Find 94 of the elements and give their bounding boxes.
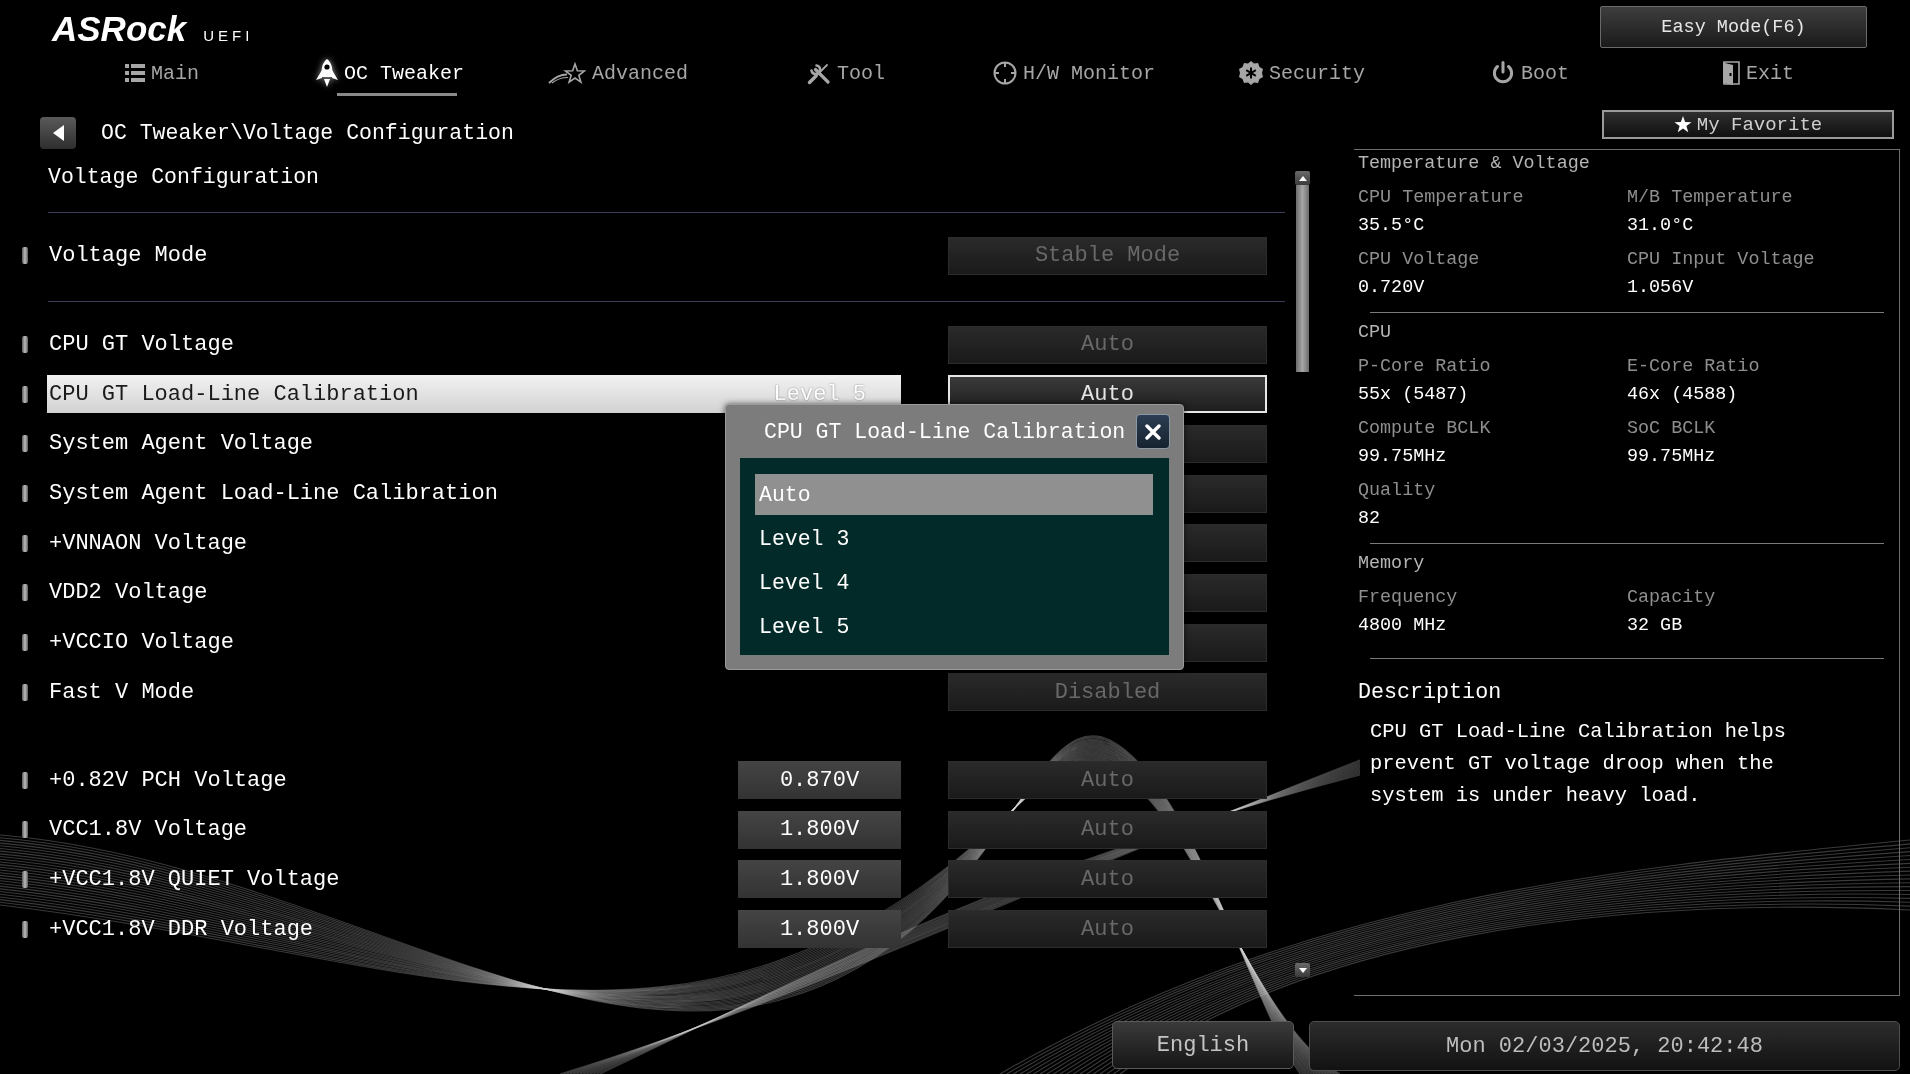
description-text: CPU GT Load-Line Calibration helps prevent GT voltage droop when the system is under heavy load. [1369,719,1788,809]
power-icon [1491,61,1515,85]
setting-label[interactable]: Fast V Mode [49,679,195,705]
voltage-reading: 1.800V [738,910,901,949]
monitor-label: E-Core Ratio [1627,355,1761,379]
row-bullet-icon [22,584,28,602]
setting-label[interactable]: +VCC1.8V QUIET Voltage [49,866,340,892]
setting-label[interactable]: CPU GT Voltage [49,332,234,358]
nav-tab[interactable]: Security [1239,54,1369,96]
monitor-label: Quality [1358,479,1437,503]
row-bullet-icon [22,534,28,552]
monitor-value: 46x (4588) [1627,383,1739,407]
monitor-label: CPU Voltage [1358,248,1481,272]
caret-up-icon [1298,175,1307,181]
badge-icon [1239,61,1263,85]
breadcrumb-path: OC Tweaker\Voltage Configuration [101,121,514,145]
row-bullet-icon [22,920,28,938]
row-bullet-icon [22,385,28,403]
monitor-value: 99.75MHz [1627,445,1717,469]
scroll-up-button[interactable] [1295,171,1310,185]
logo-suffix: UEFI [203,28,254,43]
brand-logo: ASRock [52,11,187,46]
language-button[interactable]: English [1112,1021,1294,1069]
setting-label[interactable]: Voltage Mode [49,243,208,269]
voltage-reading: 1.800V [738,810,901,849]
easy-mode-button[interactable]: Easy Mode(F6) [1600,6,1867,48]
voltage-reading: 0.870V [738,761,901,800]
close-button[interactable] [1136,414,1170,449]
option-item[interactable]: Level 4 [755,562,1153,603]
monitor-label: P-Core Ratio [1358,355,1492,379]
monitor-label: Frequency [1358,586,1459,610]
left-triangle-icon [52,125,64,141]
row-bullet-icon [22,247,28,265]
monitor-label: Capacity [1627,586,1717,610]
monitor-value: 1.056V [1627,276,1695,300]
monitor-value: 55x (5487) [1358,383,1470,407]
scrollbar-thumb[interactable] [1296,185,1309,372]
row-bullet-icon [22,771,28,789]
datetime-display: Mon 02/03/2025, 20:42:48 [1309,1021,1900,1071]
row-bullet-icon [22,435,28,453]
setting-label[interactable]: VDD2 Voltage [49,580,208,606]
setting-label[interactable]: System Agent Load-Line Calibration [49,481,498,507]
monitor-label: CPU Input Voltage [1627,248,1816,272]
crosshair-icon [993,61,1017,85]
setting-label[interactable]: +VCC1.8V DDR Voltage [49,916,314,942]
row-bullet-icon [22,634,28,652]
setting-label[interactable]: System Agent Voltage [49,431,314,457]
monitor-value: 4800 MHz [1358,614,1448,638]
option-item[interactable]: Level 5 [755,606,1153,647]
monitor-section-title: Temperature & Voltage [1358,152,1591,176]
setting-label[interactable]: +VNNAON Voltage [49,530,248,556]
popup-title: CPU GT Load-Line Calibration [764,419,1126,444]
monitor-section-title: CPU [1358,321,1393,345]
nav-tab[interactable]: H/W Monitor [993,54,1159,96]
monitor-value: 31.0°C [1627,214,1695,238]
star-swoosh-icon [548,62,586,84]
monitor-label: SoC BCLK [1627,417,1717,441]
monitor-label: M/B Temperature [1627,186,1794,210]
star-icon [1673,116,1692,133]
monitor-value: 82 [1358,507,1382,531]
row-bullet-icon [22,485,28,503]
nav-tab[interactable]: Exit [1722,54,1798,96]
description-title: Description [1358,679,1503,707]
setting-label[interactable]: +0.82V PCH Voltage [49,767,287,793]
rocket-icon [316,59,338,87]
list-icon [125,64,145,82]
row-bullet-icon [22,336,28,354]
row-bullet-icon [22,683,28,701]
setting-label[interactable]: +VCCIO Voltage [49,630,234,656]
monitor-value: 99.75MHz [1358,445,1448,469]
scroll-down-button[interactable] [1295,963,1310,977]
favorite-button[interactable]: My Favorite [1602,110,1894,139]
door-icon [1722,61,1740,85]
caret-down-icon [1298,967,1307,973]
setting-label[interactable]: VCC1.8V Voltage [49,817,248,843]
nav-tab[interactable]: Tool [807,54,889,96]
monitor-value: 35.5°C [1358,214,1426,238]
voltage-reading: 1.800V [738,860,901,899]
nav-tab[interactable]: Advanced [548,54,692,96]
setting-label: CPU GT Load-Line Calibration [49,381,419,407]
monitor-section-title: Memory [1358,552,1426,576]
option-item[interactable]: Level 3 [755,518,1153,559]
nav-tab[interactable]: Main [125,54,203,96]
row-bullet-icon [22,870,28,888]
wrench-screwdriver-icon [807,61,831,85]
nav-tab[interactable]: Boot [1491,54,1573,96]
back-button[interactable] [40,117,76,149]
monitor-value: 0.720V [1358,276,1426,300]
page-title: Voltage Configuration [47,164,320,191]
monitor-label: Compute BCLK [1358,417,1492,441]
row-bullet-icon [22,821,28,839]
monitor-label: CPU Temperature [1358,186,1525,210]
close-icon [1145,423,1161,440]
monitor-value: 32 GB [1627,614,1684,638]
